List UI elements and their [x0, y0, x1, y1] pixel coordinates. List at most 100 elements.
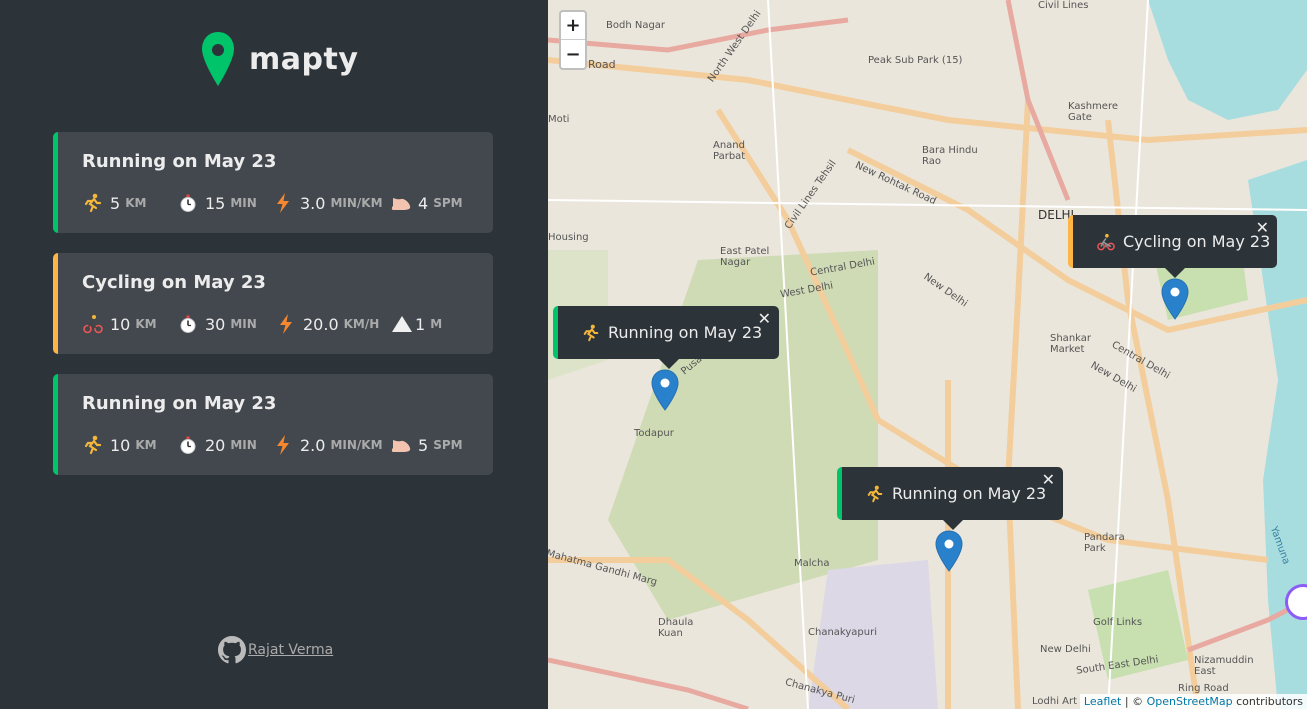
pace-unit: min/km: [330, 438, 383, 452]
workout-popup[interactable]: Cycling on May 23 ✕: [1068, 215, 1277, 278]
runner-icon: [82, 434, 104, 456]
workout-details: 10 km 30 min 20.0 km/h: [82, 313, 442, 335]
duration-unit: min: [230, 438, 257, 452]
map-attribution: Leaflet | © OpenStreetMap contributors: [1079, 694, 1307, 709]
map-marker-icon[interactable]: [935, 530, 963, 572]
foot-icon: [390, 192, 412, 214]
duration-value: 30: [205, 314, 226, 334]
app-name: mapty: [249, 41, 359, 77]
map-marker-icon[interactable]: [1161, 278, 1189, 320]
author-link[interactable]: Rajat Verma: [248, 642, 333, 658]
map-label: Peak Sub Park (15): [868, 55, 963, 66]
zoom-out-button[interactable]: −: [561, 40, 585, 68]
workout-details: 10 km 20 min 2.0 min/km: [82, 434, 463, 456]
popup-tip: [942, 520, 963, 530]
elevation-value: 1: [415, 314, 426, 334]
elevation-unit: m: [430, 317, 443, 331]
runner-icon: [82, 192, 104, 214]
map-marker-icon[interactable]: [651, 369, 679, 411]
map-label: Golf Links: [1093, 617, 1143, 628]
distance-value: 10: [110, 314, 131, 334]
detail-pace: 3.0 min/km: [272, 192, 390, 214]
workout-title: Running on May 23: [82, 151, 277, 172]
speed-unit: km/h: [343, 317, 380, 331]
map-label: Nizamuddin East: [1194, 655, 1254, 677]
workout-details: 5 km 15 min 3.0 min/km: [82, 192, 463, 214]
detail-cadence: 5 spm: [390, 434, 463, 456]
close-icon[interactable]: ✕: [758, 309, 771, 328]
distance-value: 5: [110, 193, 121, 213]
workout-title: Running on May 23: [82, 393, 277, 414]
workout-card[interactable]: Running on May 23 10 km 20 min 2.: [53, 374, 493, 475]
mountain-icon: [391, 313, 413, 335]
speed-value: 20.0: [303, 314, 339, 334]
map-pin-logo-icon: [202, 32, 234, 86]
footer: Rajat Verma: [218, 636, 333, 664]
runner-icon: [866, 485, 884, 503]
pace-unit: min/km: [330, 196, 383, 210]
map-label: New Delhi: [1040, 644, 1091, 655]
detail-distance: 5 km: [82, 192, 177, 214]
detail-speed: 20.0 km/h: [275, 313, 391, 335]
github-icon[interactable]: [218, 636, 246, 664]
cadence-unit: spm: [433, 196, 463, 210]
popup-label: Running on May 23: [892, 484, 1047, 503]
map-label: Civil Lines: [1038, 0, 1089, 11]
popup-label: Running on May 23: [608, 323, 763, 342]
map-label: Lodhi Art: [1032, 696, 1078, 707]
duration-value: 20: [205, 435, 226, 455]
osm-link[interactable]: OpenStreetMap: [1147, 695, 1233, 708]
close-icon[interactable]: ✕: [1256, 218, 1269, 237]
map-label: Moti: [548, 114, 570, 125]
attribution-contributors: contributors: [1232, 695, 1303, 708]
detail-distance: 10 km: [82, 313, 177, 335]
map[interactable]: Bodh Nagar Peak Sub Park (15) Civil Line…: [548, 0, 1307, 709]
stopwatch-icon: [177, 192, 199, 214]
cyclist-icon: [1097, 233, 1115, 251]
duration-unit: min: [230, 196, 257, 210]
distance-unit: km: [125, 196, 147, 210]
cadence-value: 5: [418, 435, 429, 455]
duration-unit: min: [230, 317, 257, 331]
pace-value: 3.0: [300, 193, 326, 213]
map-label: Bara Hindu Rao: [922, 145, 978, 167]
workout-card[interactable]: Cycling on May 23 10 km 30 min 20: [53, 253, 493, 354]
workout-popup[interactable]: Running on May 23 ✕: [837, 467, 1063, 530]
map-label: Bodh Nagar: [606, 20, 666, 31]
cadence-value: 4: [418, 193, 429, 213]
map-label: Ring Road: [1178, 683, 1229, 694]
detail-elevation: 1 m: [391, 313, 442, 335]
close-icon[interactable]: ✕: [1042, 470, 1055, 489]
zoom-in-button[interactable]: +: [561, 12, 585, 40]
distance-unit: km: [135, 438, 157, 452]
map-label: Shankar Market: [1050, 333, 1092, 355]
detail-pace: 2.0 min/km: [272, 434, 390, 456]
attribution-separator: | ©: [1121, 695, 1147, 708]
zoom-control: + −: [559, 10, 587, 70]
cyclist-icon: [82, 313, 104, 335]
lightning-icon: [272, 192, 294, 214]
popup-tip: [1165, 268, 1185, 278]
map-label: Dhaula Kuan: [658, 617, 694, 639]
stopwatch-icon: [177, 313, 199, 335]
map-label: Pandara Park: [1084, 532, 1125, 554]
foot-icon: [390, 434, 412, 456]
runner-icon: [582, 324, 600, 342]
workout-card[interactable]: Running on May 23 5 km 15 min 3.0: [53, 132, 493, 233]
lightning-icon: [275, 313, 297, 335]
map-label: Housing: [548, 232, 589, 243]
duration-value: 15: [205, 193, 226, 213]
stopwatch-icon: [177, 434, 199, 456]
map-label: Kashmere Gate: [1068, 101, 1118, 123]
map-label: Malcha: [794, 558, 830, 569]
workout-title: Cycling on May 23: [82, 272, 266, 293]
detail-duration: 15 min: [177, 192, 272, 214]
detail-cadence: 4 spm: [390, 192, 463, 214]
workout-popup[interactable]: Running on May 23 ✕: [553, 306, 779, 369]
detail-duration: 30 min: [177, 313, 275, 335]
detail-duration: 20 min: [177, 434, 272, 456]
lightning-icon: [272, 434, 294, 456]
cadence-unit: spm: [433, 438, 463, 452]
distance-value: 10: [110, 435, 131, 455]
leaflet-link[interactable]: Leaflet: [1084, 695, 1121, 708]
